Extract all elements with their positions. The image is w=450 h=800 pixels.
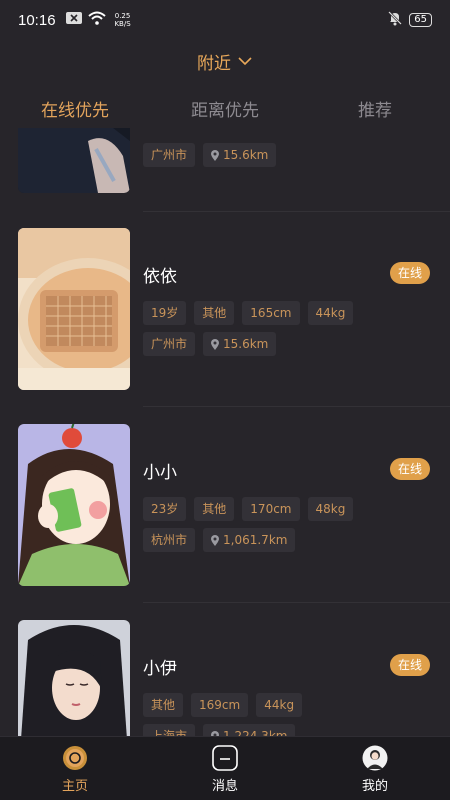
height-tag: 170cm bbox=[242, 497, 300, 521]
network-speed-unit: KB/S bbox=[114, 20, 131, 28]
distance-tag: 1,224.3km bbox=[203, 724, 296, 736]
card-divider bbox=[143, 602, 450, 603]
city-tag: 杭州市 bbox=[143, 528, 196, 552]
distance-tag: 15.6km bbox=[203, 332, 277, 356]
user-feed[interactable]: 广州市 15.6km 依依 在线 19岁 其他 165cm 44kg 广州市 1… bbox=[0, 128, 450, 736]
distance-value: 15.6km bbox=[223, 337, 269, 351]
location-pin-icon bbox=[211, 149, 220, 161]
page-title: 附近 bbox=[197, 53, 231, 74]
network-speed-value: 0.25 bbox=[114, 12, 131, 20]
user-attribute-row: 23岁 其他 170cm 48kg bbox=[143, 497, 354, 521]
user-location-row: 广州市 15.6km bbox=[143, 143, 277, 167]
bottom-nav: 主页 消息 我的 bbox=[0, 736, 450, 800]
online-badge: 在线 bbox=[390, 458, 430, 480]
mute-icon bbox=[387, 10, 403, 30]
tab-online-first[interactable]: 在线优先 bbox=[0, 96, 150, 126]
user-name: 小伊 bbox=[143, 659, 177, 679]
age-tag: 23岁 bbox=[143, 497, 187, 521]
tab-distance-first[interactable]: 距离优先 bbox=[150, 96, 300, 126]
user-photo[interactable] bbox=[18, 620, 130, 736]
user-name: 小小 bbox=[143, 463, 177, 483]
distance-value: 15.6km bbox=[223, 148, 269, 162]
weight-tag: 44kg bbox=[256, 693, 303, 717]
location-pin-icon bbox=[211, 534, 220, 546]
age-tag: 19岁 bbox=[143, 301, 187, 325]
nav-home-label: 主页 bbox=[61, 779, 88, 794]
card-divider bbox=[143, 406, 450, 407]
card-divider bbox=[143, 211, 450, 212]
weight-tag: 48kg bbox=[307, 497, 354, 521]
sort-tabs: 在线优先 距离优先 推荐 bbox=[0, 96, 450, 126]
nav-messages[interactable]: 消息 bbox=[150, 737, 300, 800]
user-location-row: 上海市 1,224.3km bbox=[143, 724, 296, 736]
nav-profile[interactable]: 我的 bbox=[300, 737, 450, 800]
user-attribute-row: 其他 169cm 44kg bbox=[143, 693, 303, 717]
distance-value: 1,224.3km bbox=[223, 729, 288, 736]
weight-tag: 44kg bbox=[307, 301, 354, 325]
distance-tag: 15.6km bbox=[203, 143, 277, 167]
nav-home[interactable]: 主页 bbox=[0, 737, 150, 800]
status-bar: 10:16 0.25 KB/S 65 bbox=[0, 0, 450, 40]
distance-value: 1,061.7km bbox=[223, 533, 288, 547]
message-icon bbox=[212, 745, 238, 771]
network-speed: 0.25 KB/S bbox=[112, 12, 134, 28]
user-photo[interactable] bbox=[18, 128, 130, 193]
user-attribute-row: 19岁 其他 165cm 44kg bbox=[143, 301, 354, 325]
notification-close-icon bbox=[65, 12, 82, 28]
city-tag: 上海市 bbox=[143, 724, 196, 736]
user-photo[interactable] bbox=[18, 424, 130, 586]
online-badge: 在线 bbox=[390, 262, 430, 284]
nav-profile-label: 我的 bbox=[361, 779, 388, 794]
home-icon bbox=[63, 746, 87, 770]
user-card[interactable]: 依依 在线 19岁 其他 165cm 44kg 广州市 15.6km bbox=[18, 228, 450, 408]
nav-messages-label: 消息 bbox=[211, 779, 238, 794]
chevron-down-icon bbox=[237, 51, 253, 71]
avatar bbox=[362, 745, 388, 771]
location-selector[interactable]: 附近 bbox=[0, 44, 450, 78]
user-location-row: 杭州市 1,061.7km bbox=[143, 528, 296, 552]
height-tag: 169cm bbox=[191, 693, 249, 717]
city-tag: 广州市 bbox=[143, 143, 196, 167]
user-card[interactable]: 小伊 在线 其他 169cm 44kg 上海市 1,224.3km bbox=[18, 620, 432, 736]
user-name: 依依 bbox=[143, 267, 177, 287]
city-tag: 广州市 bbox=[143, 332, 196, 356]
user-location-row: 广州市 15.6km bbox=[143, 332, 277, 356]
location-pin-icon bbox=[211, 338, 220, 350]
status-time: 10:16 bbox=[18, 11, 56, 29]
wifi-icon bbox=[87, 11, 106, 29]
gender-tag: 其他 bbox=[194, 301, 235, 325]
battery-indicator: 65 bbox=[409, 13, 432, 27]
height-tag: 165cm bbox=[242, 301, 300, 325]
online-badge: 在线 bbox=[390, 654, 430, 676]
gender-tag: 其他 bbox=[194, 497, 235, 521]
user-photo[interactable] bbox=[18, 228, 130, 390]
gender-tag: 其他 bbox=[143, 693, 184, 717]
distance-tag: 1,061.7km bbox=[203, 528, 296, 552]
tab-recommend[interactable]: 推荐 bbox=[300, 96, 450, 126]
user-card[interactable]: 小小 在线 23岁 其他 170cm 48kg 杭州市 1,061.7km bbox=[18, 424, 450, 604]
user-card[interactable]: 广州市 15.6km bbox=[18, 128, 450, 212]
